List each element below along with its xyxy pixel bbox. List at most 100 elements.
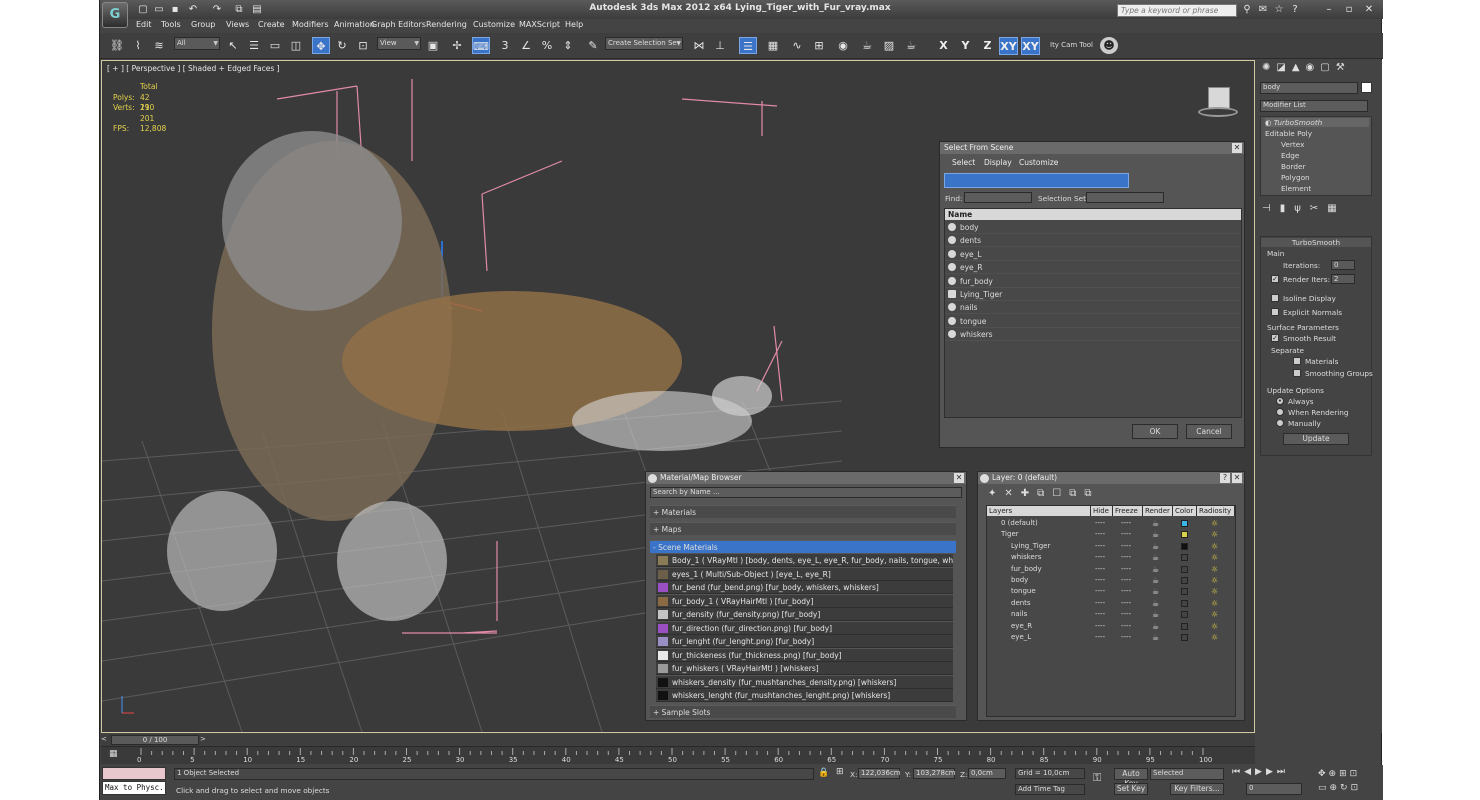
menu-group[interactable]: Group	[191, 20, 215, 29]
layer-color-swatch[interactable]	[1181, 634, 1188, 641]
lm-col-layers[interactable]: Layers	[987, 506, 1091, 516]
hide-toggle[interactable]: ----	[1095, 564, 1105, 575]
freeze-toggle[interactable]: ----	[1121, 586, 1131, 597]
cam-tool-label[interactable]: Ity Cam Tool	[1050, 41, 1093, 49]
list-item[interactable]: whiskers	[945, 328, 1241, 342]
stack-item-polygon[interactable]: Polygon	[1281, 173, 1310, 182]
mb-section-sample-slots[interactable]: + Sample Slots	[650, 705, 956, 718]
list-item[interactable]: nails	[945, 301, 1241, 315]
reference-coord-dropdown[interactable]: View	[377, 37, 421, 50]
select-move-icon[interactable]: ✥	[312, 37, 330, 54]
hide-toggle[interactable]: ----	[1095, 632, 1105, 643]
stack-item-vertex[interactable]: Vertex	[1281, 140, 1304, 149]
absolute-mode-icon[interactable]: ⊞	[836, 767, 847, 778]
radiosity-icon[interactable]: ☼	[1211, 598, 1218, 609]
hide-toggle[interactable]: ----	[1095, 541, 1105, 552]
key-mode-dropdown[interactable]: Selected	[1150, 768, 1224, 780]
lm-menu-icon[interactable]	[980, 474, 989, 483]
hide-toggle[interactable]: ----	[1095, 518, 1105, 529]
viewport-nav-controls[interactable]: ✥⊕⊞⊡ ▭⊕↻⊡	[1318, 767, 1380, 797]
sfs-display-toolbar[interactable]	[1134, 173, 1234, 188]
table-row[interactable]: 0 (default) ---- ---- ☕ ☼	[987, 518, 1235, 529]
window-crossing-icon[interactable]: ◫	[287, 37, 305, 54]
prev-frame-icon[interactable]: <	[101, 735, 110, 745]
list-item[interactable]: eye_L	[945, 248, 1241, 261]
layer-color-swatch[interactable]	[1181, 622, 1188, 630]
hide-toggle[interactable]: ----	[1095, 586, 1105, 597]
viewcube[interactable]	[1198, 81, 1238, 121]
y-coord-field[interactable]: 103,278cm	[913, 768, 956, 779]
maxscript-mini-listener-pink[interactable]	[102, 767, 166, 780]
playback-controls[interactable]: ⏮◀▶▶⏭	[1232, 767, 1312, 779]
freeze-toggle[interactable]: ----	[1121, 529, 1131, 540]
lm-close-icon[interactable]: ✕	[1232, 473, 1242, 483]
menu-help[interactable]: Help	[565, 20, 583, 29]
list-item[interactable]: whiskers_density (fur_mushtanches_densit…	[656, 675, 953, 689]
iterations-spinner[interactable]: 0	[1331, 260, 1355, 270]
freeze-toggle[interactable]: ----	[1121, 621, 1131, 632]
help-icon[interactable]: ?	[1288, 3, 1302, 16]
freeze-toggle[interactable]: ----	[1121, 564, 1131, 575]
undo-icon[interactable]: ↶	[186, 3, 200, 16]
freeze-toggle[interactable]: ----	[1121, 541, 1131, 552]
lm-col-radiosity[interactable]: Radiosity	[1197, 506, 1235, 516]
sfs-column-name[interactable]: Name	[945, 209, 1241, 220]
axis-xy-cycle-button[interactable]: XY	[1021, 37, 1040, 55]
axis-x-button[interactable]: X	[934, 37, 953, 55]
list-item[interactable]: whiskers_lenght (fur_mushtanches_lenght.…	[656, 689, 953, 702]
next-frame-icon[interactable]: >	[200, 735, 209, 745]
hide-toggle[interactable]: ----	[1095, 598, 1105, 609]
hide-toggle[interactable]: ----	[1095, 575, 1105, 586]
mb-search-input[interactable]: Search by Name ...	[650, 487, 962, 498]
maximize-icon[interactable]: ▫	[1342, 3, 1356, 16]
list-item[interactable]: fur_lenght (fur_lenght.png) [fur_body]	[656, 635, 953, 648]
freeze-toggle[interactable]: ----	[1121, 518, 1131, 529]
stack-item-border[interactable]: Border	[1281, 162, 1305, 171]
viewcube-ring[interactable]	[1198, 107, 1238, 117]
sfs-menu-customize[interactable]: Customize	[1019, 158, 1058, 167]
minimize-icon[interactable]: –	[1322, 3, 1336, 16]
align-icon[interactable]: ⊥	[711, 37, 729, 54]
rect-selection-icon[interactable]: ▭	[266, 37, 284, 54]
list-item[interactable]: fur_thickeness (fur_thickness.png) [fur_…	[656, 648, 953, 662]
list-item[interactable]: body	[945, 221, 1241, 234]
modifier-stack[interactable]: ◐ TurboSmooth Editable Poly Vertex Edge …	[1260, 116, 1372, 196]
rendered-frame-icon[interactable]: ▨	[880, 37, 898, 54]
mirror-icon[interactable]: ⋈	[690, 37, 708, 54]
lm-col-freeze[interactable]: Freeze	[1113, 506, 1143, 516]
render-production-icon[interactable]: ☕	[902, 37, 920, 54]
stack-item-editable-poly[interactable]: Editable Poly	[1265, 129, 1312, 138]
mb-menu-icon[interactable]	[648, 474, 657, 483]
x-coord-field[interactable]: 122,036cm	[858, 768, 901, 779]
selection-filter-dropdown[interactable]: All	[174, 37, 220, 50]
table-row[interactable]: body ---- ---- ☕ ☼	[987, 575, 1235, 586]
rollout-title[interactable]: TurboSmooth	[1261, 238, 1371, 247]
z-coord-field[interactable]: 0,0cm	[968, 768, 1006, 779]
comm-center-icon[interactable]: ✉	[1256, 3, 1270, 16]
freeze-toggle[interactable]: ----	[1121, 609, 1131, 620]
lm-help-icon[interactable]: ?	[1220, 473, 1230, 483]
cmd-tabs[interactable]: ✺◪▲◉▢⚒	[1262, 62, 1377, 76]
radiosity-icon[interactable]: ☼	[1211, 575, 1218, 586]
sfs-cancel-button[interactable]: Cancel	[1186, 424, 1232, 439]
sfs-selection-set-dropdown[interactable]	[1086, 192, 1164, 203]
layer-color-swatch[interactable]	[1181, 542, 1188, 550]
layer-color-swatch[interactable]	[1181, 520, 1188, 527]
cam-tool-icon[interactable]: ☻	[1100, 37, 1118, 54]
render-setup-icon[interactable]: ☕	[858, 37, 876, 54]
mb-section-materials[interactable]: + Materials	[650, 505, 956, 518]
isoline-checkbox[interactable]	[1271, 294, 1279, 302]
render-teapot-icon[interactable]: ☕	[1152, 552, 1159, 563]
layer-color-swatch[interactable]	[1181, 531, 1188, 539]
mb-close-icon[interactable]: ✕	[954, 473, 964, 483]
time-slider[interactable]: < 0 / 100 >	[101, 734, 1255, 746]
time-slider-thumb[interactable]: 0 / 100	[111, 735, 199, 745]
viewcube-icon[interactable]	[1208, 87, 1230, 109]
select-by-name-icon[interactable]: ☰	[245, 37, 263, 54]
manipulate-icon[interactable]: ✢	[448, 37, 466, 54]
scene-explorer-icon[interactable]: ☰	[739, 37, 757, 54]
new-icon[interactable]: ▢	[136, 3, 150, 16]
table-row[interactable]: eye_R ---- ---- ☕ ☼	[987, 621, 1235, 632]
graphite-tools-icon[interactable]: ▦	[764, 37, 782, 54]
table-row[interactable]: Tiger ---- ---- ☕ ☼	[987, 529, 1235, 540]
